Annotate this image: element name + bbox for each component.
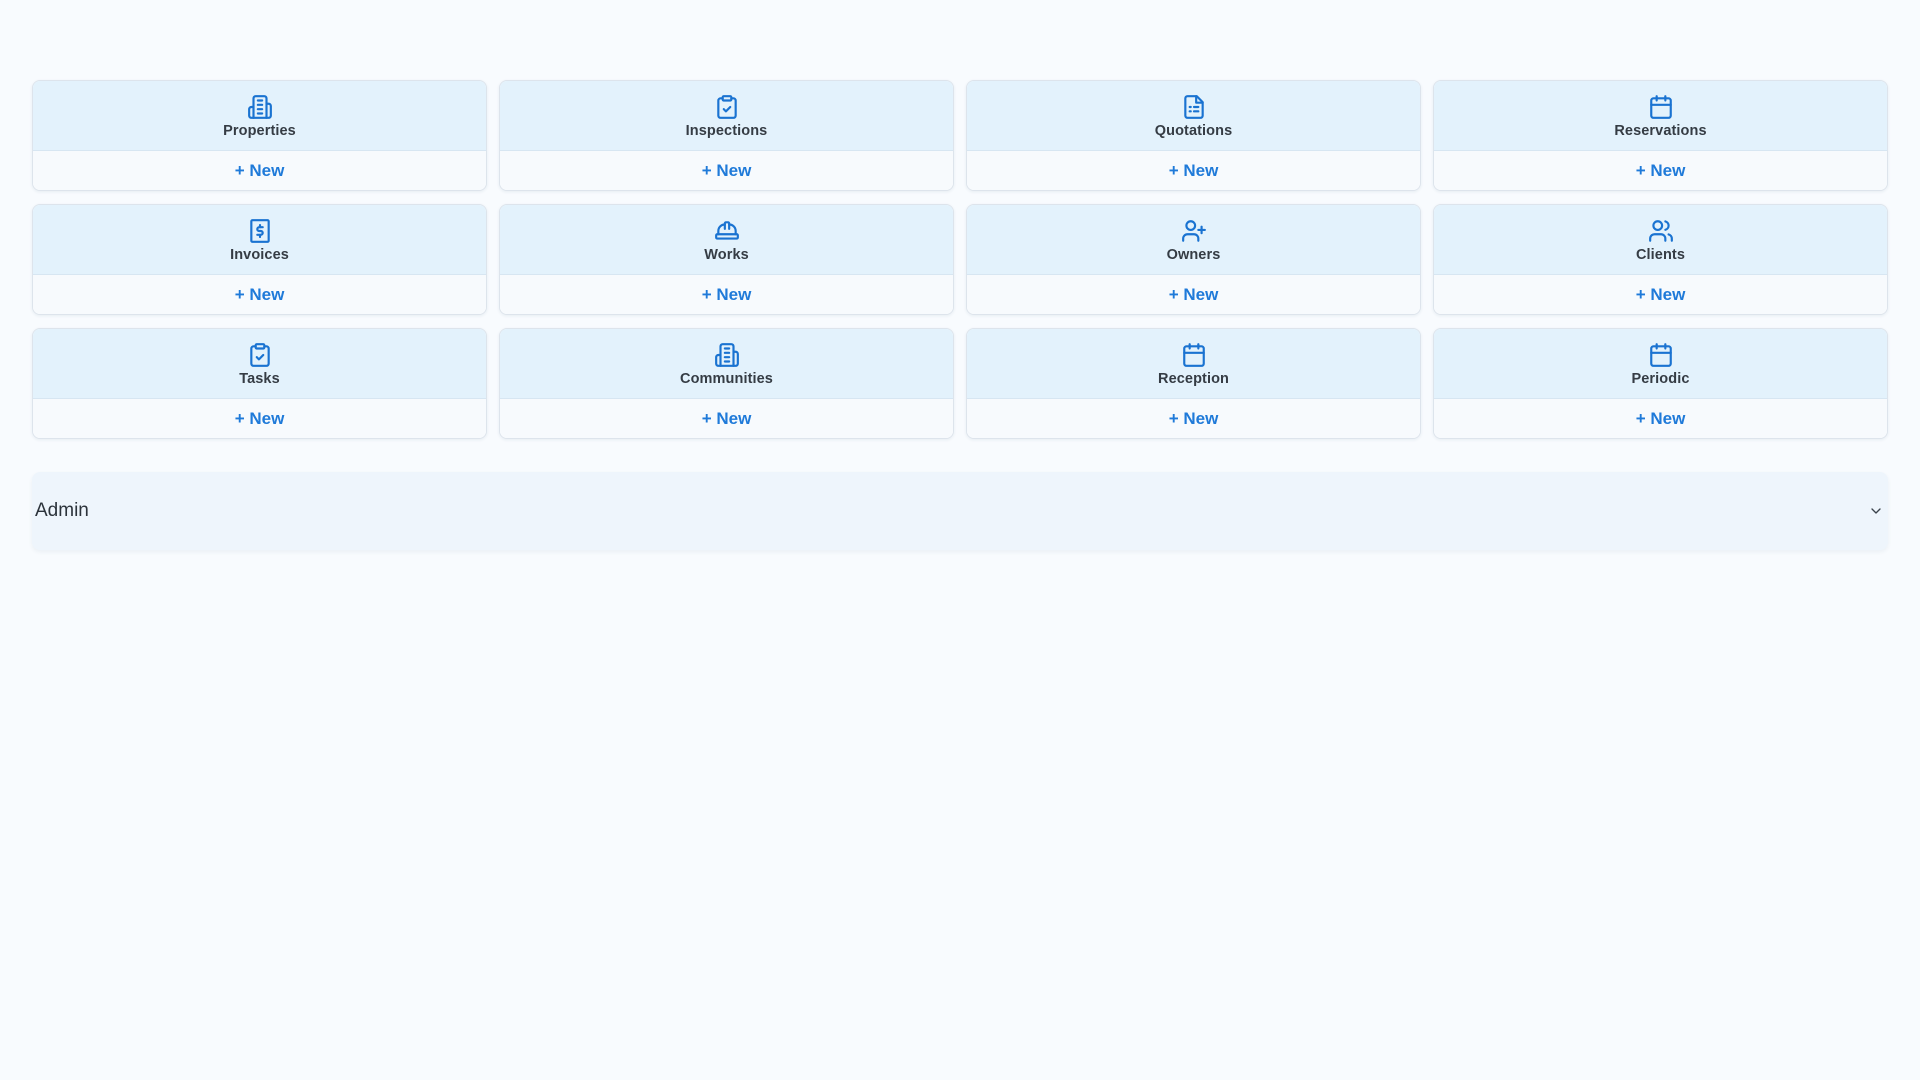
module-link-reception[interactable]: Reception [967,329,1420,399]
module-title: Invoices [230,247,289,263]
new-reception-button[interactable]: + New [967,399,1420,438]
module-title: Tasks [239,371,280,387]
clipboard-check-icon [247,342,273,368]
module-card-owners: Owners + New [966,204,1421,315]
module-card-reservations: Reservations + New [1433,80,1888,191]
users-icon [1648,218,1674,244]
building-icon [714,342,740,368]
module-card-inspections: Inspections + New [499,80,954,191]
new-quotations-button[interactable]: + New [967,151,1420,190]
user-plus-icon [1181,218,1207,244]
module-card-communities: Communities + New [499,328,954,439]
module-link-communities[interactable]: Communities [500,329,953,399]
new-reservations-button[interactable]: + New [1434,151,1887,190]
module-grid: Properties + New Inspections + New Quotation… [32,80,1888,439]
calendar-icon [1648,94,1674,120]
module-card-reception: Reception + New [966,328,1421,439]
module-link-inspections[interactable]: Inspections [500,81,953,151]
dashboard: Properties + New Inspections + New Quotation… [0,0,1920,1080]
admin-label: Admin [35,500,89,521]
file-text-icon [1181,94,1207,120]
module-title: Works [704,247,749,263]
module-link-tasks[interactable]: Tasks [33,329,486,399]
chevron-down-icon [1868,503,1884,519]
module-card-periodic: Periodic + New [1433,328,1888,439]
module-link-quotations[interactable]: Quotations [967,81,1420,151]
module-link-invoices[interactable]: Invoices [33,205,486,275]
module-card-tasks: Tasks + New [32,328,487,439]
module-link-periodic[interactable]: Periodic [1434,329,1887,399]
module-title: Periodic [1631,371,1690,387]
module-link-reservations[interactable]: Reservations [1434,81,1887,151]
module-title: Properties [223,123,296,139]
clipboard-check-icon [714,94,740,120]
new-properties-button[interactable]: + New [33,151,486,190]
new-invoices-button[interactable]: + New [33,275,486,314]
module-card-clients: Clients + New [1433,204,1888,315]
new-works-button[interactable]: + New [500,275,953,314]
module-link-owners[interactable]: Owners [967,205,1420,275]
receipt-dollar-icon [247,218,273,244]
module-title: Owners [1166,247,1221,263]
module-title: Reception [1158,371,1229,387]
module-card-quotations: Quotations + New [966,80,1421,191]
module-card-works: Works + New [499,204,954,315]
module-title: Inspections [685,123,768,139]
module-link-properties[interactable]: Properties [33,81,486,151]
module-title: Reservations [1614,123,1707,139]
module-title: Clients [1635,247,1686,263]
new-communities-button[interactable]: + New [500,399,953,438]
calendar-icon [1648,342,1674,368]
module-title: Communities [680,371,773,387]
new-inspections-button[interactable]: + New [500,151,953,190]
new-clients-button[interactable]: + New [1434,275,1887,314]
new-owners-button[interactable]: + New [967,275,1420,314]
module-title: Quotations [1154,123,1233,139]
admin-accordion[interactable]: Admin [32,472,1888,550]
hard-hat-icon [714,218,740,244]
module-card-invoices: Invoices + New [32,204,487,315]
new-periodic-button[interactable]: + New [1434,399,1887,438]
module-link-works[interactable]: Works [500,205,953,275]
building-icon [247,94,273,120]
module-card-properties: Properties + New [32,80,487,191]
module-link-clients[interactable]: Clients [1434,205,1887,275]
calendar-icon [1181,342,1207,368]
new-tasks-button[interactable]: + New [33,399,486,438]
